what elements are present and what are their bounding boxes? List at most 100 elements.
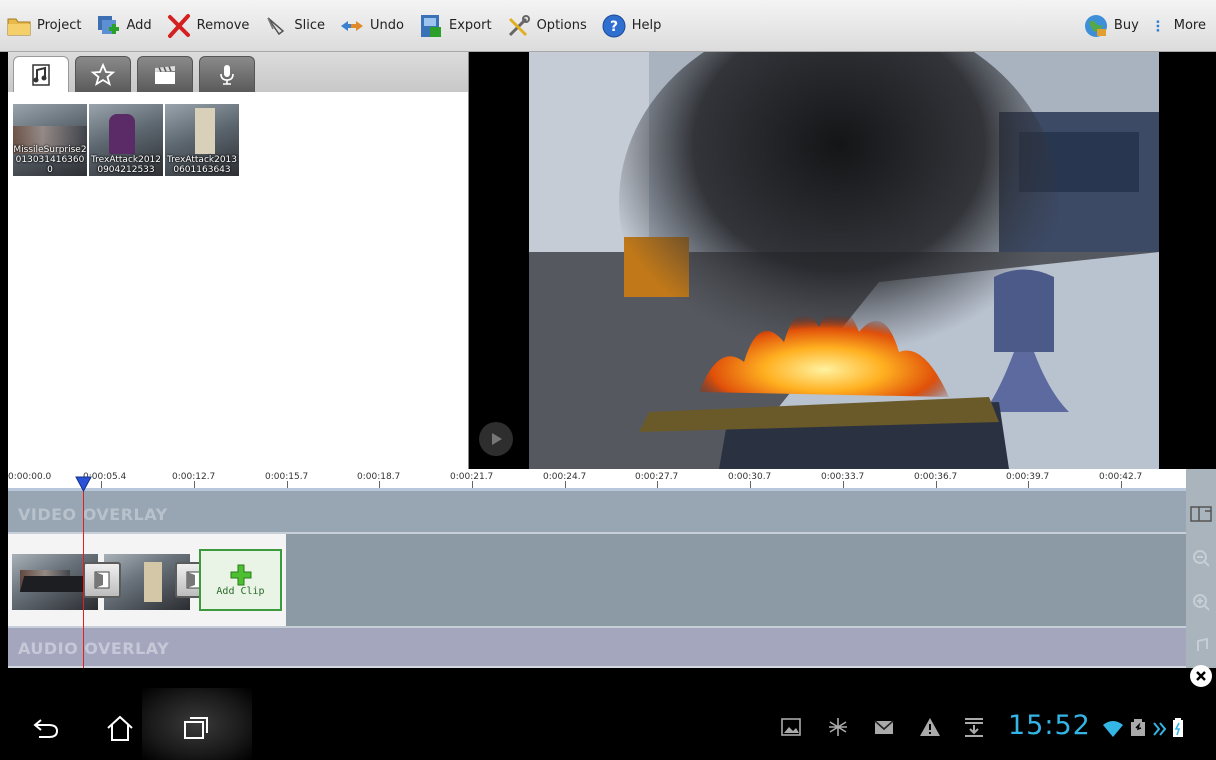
more-notifications-icon[interactable] <box>1152 718 1168 740</box>
help-icon: ? <box>602 14 626 37</box>
tab-music[interactable] <box>13 56 69 92</box>
media-item-caption: MissileSurprise20130314163600 <box>13 145 87 175</box>
video-preview-panel[interactable] <box>469 52 1216 469</box>
transition-button-1[interactable] <box>83 562 121 598</box>
ruler-tick <box>379 481 380 488</box>
tab-video[interactable] <box>137 56 193 92</box>
slice-button[interactable]: Slice <box>257 0 333 52</box>
home-button[interactable] <box>90 708 150 748</box>
main-toolbar: Project Add Remove Slice Undo Export Opt… <box>0 0 1216 52</box>
gallery-notification-icon[interactable] <box>780 716 802 738</box>
ruler-tick <box>194 481 195 488</box>
ruler-tick <box>101 481 102 488</box>
audio-overlay-track[interactable]: AUDIO OVERLAY <box>8 628 1186 668</box>
options-button[interactable]: Options <box>500 0 595 52</box>
wifi-icon[interactable] <box>1102 718 1124 740</box>
media-library-panel: MissileSurprise20130314163600 TrexAttack… <box>8 52 469 469</box>
storyboard-icon <box>1190 506 1212 522</box>
download-notification-icon[interactable] <box>963 716 985 738</box>
undo-button[interactable]: Undo <box>333 0 412 52</box>
help-button[interactable]: ? Help <box>595 0 670 52</box>
help-label: Help <box>631 18 662 33</box>
music-note-icon <box>1197 637 1208 651</box>
email-notification-icon[interactable] <box>873 716 895 738</box>
ruler-tick <box>657 481 658 488</box>
ruler-tick <box>565 481 566 488</box>
tab-audio-record[interactable] <box>199 56 255 92</box>
storyboard-toggle-button[interactable] <box>1188 499 1214 529</box>
zoom-in-icon <box>1193 594 1210 611</box>
buy-label: Buy <box>1113 18 1139 33</box>
timeline-side-tools <box>1186 469 1216 668</box>
close-timeline-button[interactable] <box>1190 665 1212 687</box>
media-item-trexattack-2012[interactable]: TrexAttack20120904212533 <box>89 104 163 176</box>
warning-notification-icon[interactable] <box>919 716 941 738</box>
battery-charging-icon[interactable] <box>1170 716 1186 738</box>
status-clock[interactable]: 15:52 <box>1008 710 1091 741</box>
recent-apps-button[interactable] <box>166 708 226 748</box>
zoom-in-button[interactable] <box>1188 587 1214 617</box>
ruler-tick <box>287 481 288 488</box>
main-clip-track[interactable]: Add Clip <box>8 534 1186 628</box>
audio-settings-button[interactable] <box>1188 631 1214 661</box>
media-item-trexattack-2013[interactable]: TrexAttack20130601163643 <box>165 104 239 176</box>
media-item-missilesurprise[interactable]: MissileSurprise20130314163600 <box>13 104 87 176</box>
playhead-line <box>83 480 84 668</box>
more-button[interactable]: More <box>1147 0 1216 52</box>
microphone-icon <box>220 64 234 85</box>
debug-notification-icon[interactable] <box>827 716 849 738</box>
buy-button[interactable]: Buy <box>1077 0 1147 52</box>
add-clip-button[interactable]: Add Clip <box>199 549 282 611</box>
ruler-tick <box>1028 481 1029 488</box>
ruler-tick <box>472 481 473 488</box>
more-label: More <box>1173 18 1206 33</box>
preview-scene-image <box>529 52 1159 469</box>
media-item-caption: TrexAttack20130601163643 <box>166 155 238 175</box>
video-overlay-track[interactable]: VIDEO OVERLAY <box>8 491 1186 534</box>
star-icon <box>90 62 116 86</box>
android-system-bar: 15:52 <box>0 688 1216 760</box>
zoom-out-icon <box>1193 550 1210 567</box>
back-icon <box>33 719 59 738</box>
playhead-handle-icon[interactable] <box>75 476 92 492</box>
add-clip-label: Add Clip <box>216 585 265 597</box>
options-label: Options <box>536 18 587 33</box>
slice-knife-icon <box>267 16 285 35</box>
overflow-menu-icon <box>1156 19 1159 32</box>
svg-text:?: ? <box>610 19 618 35</box>
ruler-tick <box>750 481 751 488</box>
transition-icon <box>94 571 110 589</box>
globe-buy-icon <box>1084 14 1107 37</box>
dock-battery-icon[interactable] <box>1128 716 1150 738</box>
remove-x-icon <box>167 13 190 38</box>
timeline-ruler[interactable]: 0:00:00.0 0:00:05.4 0:00:12.7 0:00:15.7 … <box>8 469 1186 491</box>
home-icon <box>107 715 133 741</box>
clapperboard-icon <box>155 65 175 84</box>
undo-label: Undo <box>370 18 405 33</box>
export-label: Export <box>449 18 492 33</box>
project-button[interactable]: Project <box>0 0 89 52</box>
slice-label: Slice <box>294 18 326 33</box>
zoom-out-button[interactable] <box>1188 543 1214 573</box>
add-media-icon <box>98 15 120 34</box>
ruler-tick <box>1121 481 1122 488</box>
clip-strip: Add Clip <box>8 534 286 626</box>
video-overlay-label: VIDEO OVERLAY <box>18 505 168 524</box>
remove-label: Remove <box>196 18 250 33</box>
play-button[interactable] <box>479 422 513 456</box>
project-label: Project <box>37 18 82 33</box>
ruler-tick <box>936 481 937 488</box>
media-thumbnail-grid: MissileSurprise20130314163600 TrexAttack… <box>8 92 468 176</box>
export-icon <box>421 14 442 37</box>
ruler-tick-label: 0:00:00.0 <box>8 472 52 482</box>
remove-button[interactable]: Remove <box>160 0 258 52</box>
audio-overlay-label: AUDIO OVERLAY <box>18 639 170 658</box>
add-button[interactable]: Add <box>89 0 159 52</box>
back-button[interactable] <box>16 708 76 748</box>
play-icon <box>492 433 502 445</box>
folder-icon <box>7 18 31 35</box>
add-label: Add <box>126 18 152 33</box>
undo-arrows-icon <box>341 20 364 31</box>
tab-favorites[interactable] <box>75 56 131 92</box>
export-button[interactable]: Export <box>412 0 500 52</box>
